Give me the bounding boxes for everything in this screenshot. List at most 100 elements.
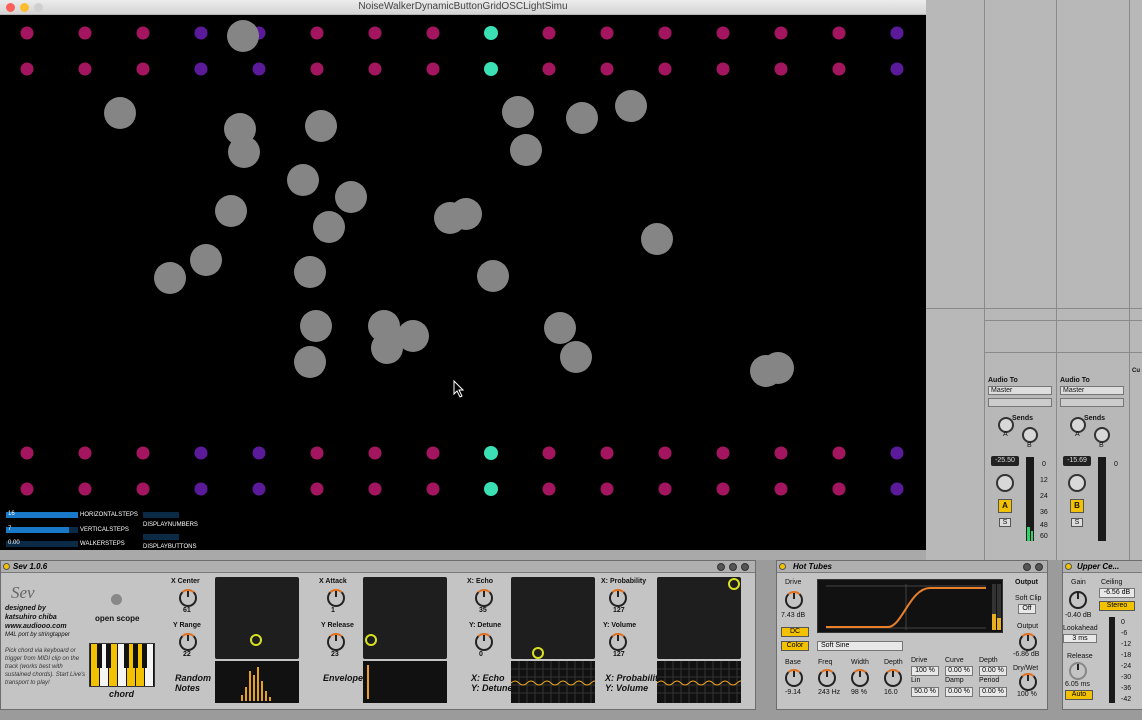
grid-button[interactable] [716, 482, 730, 496]
grid-button[interactable] [716, 26, 730, 40]
column-sub-value[interactable]: 0.00 % [945, 687, 973, 697]
grid-button[interactable] [658, 62, 672, 76]
grid-button[interactable] [136, 446, 150, 460]
piano-black-key[interactable] [124, 644, 129, 668]
grid-button[interactable] [774, 482, 788, 496]
section-knob2[interactable] [179, 633, 197, 651]
grid-button[interactable] [310, 482, 324, 496]
grid-button[interactable] [194, 446, 208, 460]
xy-pad-handle[interactable] [728, 577, 741, 590]
dry-wet-knob[interactable] [1019, 673, 1037, 691]
upper-ceiling-header[interactable]: Upper Ce... [1063, 561, 1142, 573]
output-knob[interactable] [1019, 633, 1037, 651]
grid-button[interactable] [78, 482, 92, 496]
grid-button[interactable] [600, 62, 614, 76]
grid-button[interactable] [310, 446, 324, 460]
grid-button[interactable] [832, 482, 846, 496]
grid-button[interactable] [716, 446, 730, 460]
grid-button[interactable] [252, 62, 266, 76]
xy-pad[interactable] [657, 577, 741, 659]
grid-button[interactable] [368, 446, 382, 460]
grid-button[interactable] [78, 446, 92, 460]
grid-button[interactable] [368, 62, 382, 76]
section-knob1[interactable] [179, 589, 197, 607]
grid-button[interactable] [542, 446, 556, 460]
drive-knob[interactable] [785, 591, 803, 609]
column-sub-value[interactable]: 50.0 % [911, 687, 939, 697]
grid-button[interactable] [774, 26, 788, 40]
xy-pad-handle[interactable] [250, 634, 263, 647]
grid-button[interactable] [252, 446, 266, 460]
button-grid-bottom[interactable] [20, 446, 904, 496]
section-knob1[interactable] [475, 589, 493, 607]
grid-button[interactable] [368, 26, 382, 40]
solo-button[interactable]: S [999, 518, 1011, 527]
piano-black-key[interactable] [106, 644, 111, 668]
grid-button[interactable] [890, 26, 904, 40]
display-buttons-toggle[interactable] [143, 534, 179, 540]
volume-value[interactable]: -15.69 [1063, 456, 1091, 466]
grid-button[interactable] [368, 482, 382, 496]
grid-button[interactable] [194, 482, 208, 496]
release-knob[interactable] [1069, 662, 1087, 680]
column-value[interactable]: 100 % [911, 666, 939, 676]
track-activator-button[interactable]: B [1070, 499, 1084, 513]
audio-to-sub-select[interactable] [1060, 398, 1124, 407]
grid-button[interactable] [252, 482, 266, 496]
audio-to-select[interactable]: Master [988, 386, 1052, 395]
section-knob2[interactable] [609, 633, 627, 651]
fold-device-icon[interactable] [1035, 563, 1043, 571]
hot-tubes-header[interactable]: Hot Tubes [777, 561, 1047, 573]
grid-button[interactable] [426, 62, 440, 76]
bottom-knob[interactable] [785, 669, 803, 687]
walker-steps-slider[interactable]: 0.00 [6, 540, 78, 547]
grid-button[interactable] [542, 62, 556, 76]
edit-device-icon[interactable] [1023, 563, 1031, 571]
grid-button[interactable] [600, 446, 614, 460]
grid-button[interactable] [20, 26, 34, 40]
grid-button[interactable] [832, 26, 846, 40]
bottom-knob[interactable] [884, 669, 902, 687]
lookahead-select[interactable]: 3 ms [1063, 634, 1097, 643]
grid-button[interactable] [136, 62, 150, 76]
sketch-canvas[interactable] [0, 15, 926, 550]
send-b-knob[interactable] [1022, 427, 1038, 443]
grid-button[interactable] [194, 26, 208, 40]
open-scope-label[interactable]: open scope [95, 614, 139, 623]
xy-pad-handle[interactable] [365, 634, 378, 647]
grid-button[interactable] [78, 62, 92, 76]
grid-button[interactable] [78, 26, 92, 40]
xy-pad[interactable] [511, 577, 595, 660]
edit-device-icon[interactable] [729, 563, 737, 571]
pan-knob[interactable] [1068, 474, 1086, 492]
grid-button[interactable] [890, 482, 904, 496]
pan-knob[interactable] [996, 474, 1014, 492]
grid-button[interactable] [658, 26, 672, 40]
grid-button[interactable] [426, 446, 440, 460]
grid-button[interactable] [136, 26, 150, 40]
volume-value[interactable]: -25.50 [991, 456, 1019, 466]
piano-black-key[interactable] [142, 644, 147, 668]
grid-button[interactable] [832, 62, 846, 76]
section-knob2[interactable] [475, 633, 493, 651]
mode-select[interactable]: Soft Sine [817, 641, 903, 651]
gain-knob[interactable] [1069, 591, 1087, 609]
stereo-button[interactable]: Stereo [1099, 601, 1135, 611]
xy-pad[interactable] [363, 577, 447, 659]
grid-button[interactable] [20, 62, 34, 76]
grid-button[interactable] [484, 446, 498, 460]
column-value[interactable]: 0.00 % [979, 666, 1007, 676]
track-activator-button[interactable]: A [998, 499, 1012, 513]
solo-button[interactable]: S [1071, 518, 1083, 527]
grid-button[interactable] [484, 62, 498, 76]
dc-button[interactable]: DC [781, 627, 809, 637]
auto-button[interactable]: Auto [1065, 690, 1093, 700]
chord-keyboard[interactable] [89, 643, 155, 687]
horizontal-steps-slider[interactable]: 16 [6, 511, 78, 518]
audio-to-sub-select[interactable] [988, 398, 1052, 407]
grid-button[interactable] [136, 482, 150, 496]
grid-button[interactable] [20, 446, 34, 460]
grid-button[interactable] [600, 26, 614, 40]
xy-pad-handle[interactable] [531, 647, 544, 660]
grid-button[interactable] [426, 26, 440, 40]
